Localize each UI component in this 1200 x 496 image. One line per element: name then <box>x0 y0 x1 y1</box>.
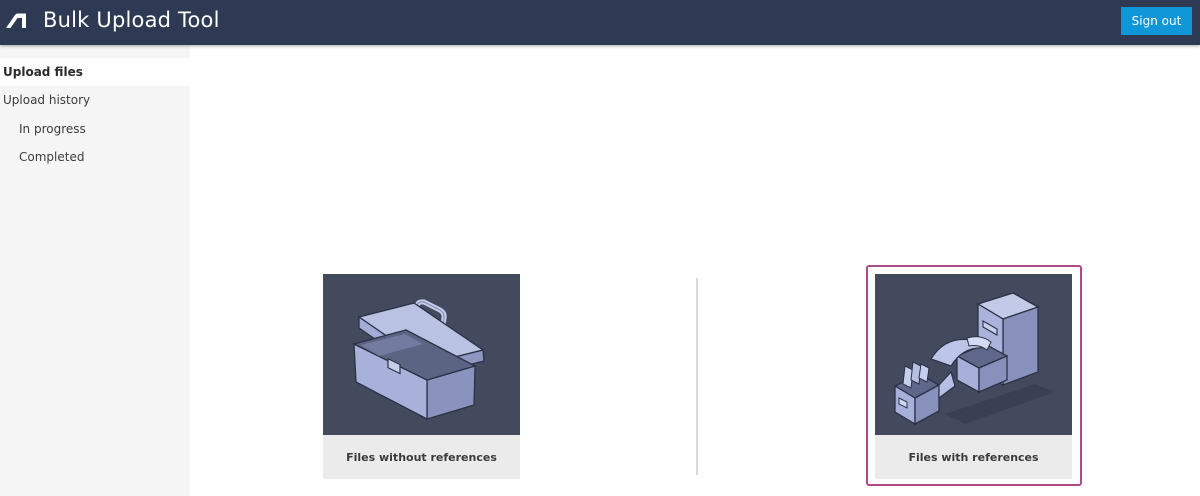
files-without-references-card[interactable]: Files without references <box>323 274 520 479</box>
card-label: Files without references <box>323 435 520 479</box>
files-with-references-card[interactable]: Files with references <box>875 274 1072 479</box>
card-illustration <box>323 274 520 435</box>
file-cabinet-icon <box>893 292 1055 426</box>
sidebar-item-upload-history[interactable]: Upload history <box>0 86 190 114</box>
sidebar-item-in-progress[interactable]: In progress <box>0 115 190 143</box>
toolbox-icon <box>352 299 485 421</box>
sidebar: Upload files Upload history In progress … <box>0 45 190 496</box>
app-title: Bulk Upload Tool <box>43 8 220 32</box>
autodesk-logo-icon <box>6 13 26 28</box>
card-illustration <box>875 274 1072 435</box>
sign-out-button[interactable]: Sign out <box>1121 7 1192 35</box>
card-divider <box>696 278 698 475</box>
card-label: Files with references <box>875 435 1072 479</box>
app-header: Bulk Upload Tool Sign out <box>0 0 1200 45</box>
sidebar-item-upload-files[interactable]: Upload files <box>0 58 190 86</box>
sidebar-item-completed[interactable]: Completed <box>0 143 190 171</box>
